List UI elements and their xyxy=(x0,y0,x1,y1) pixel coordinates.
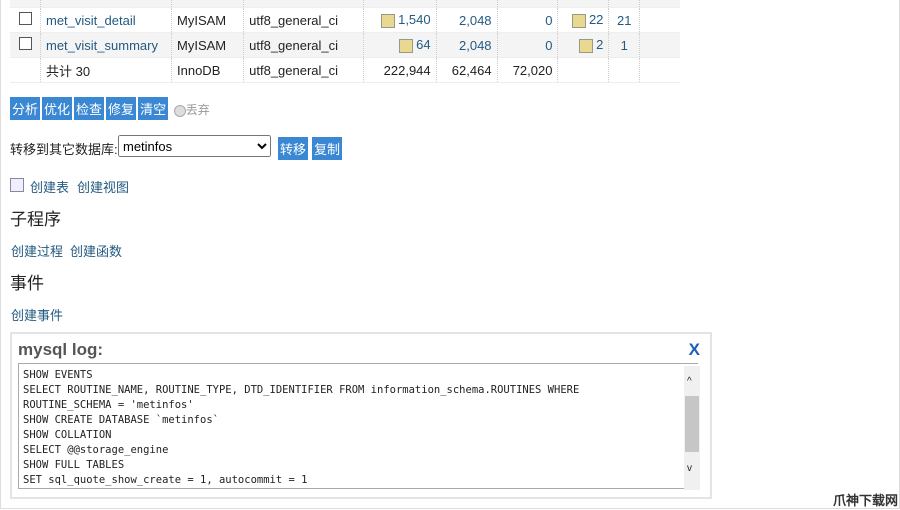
log-textarea[interactable]: SHOW EVENTS SELECT ROUTINE_NAME, ROUTINE… xyxy=(18,363,698,489)
repair-button[interactable]: 修复 xyxy=(106,97,137,120)
mysql-log-panel: mysql log: X SHOW EVENTS SELECT ROUTINE_… xyxy=(10,332,712,499)
total-label: 共计 30 xyxy=(40,57,172,83)
overhead: 0 xyxy=(497,32,559,58)
analyze-button[interactable]: 分析 xyxy=(10,97,41,120)
browse-icon[interactable] xyxy=(571,13,586,28)
create-table-icon xyxy=(10,178,24,192)
scrollbar[interactable]: ^ v xyxy=(684,366,700,490)
row-count[interactable]: 1,540 xyxy=(398,12,431,27)
events-heading: 事件 xyxy=(10,274,44,293)
scroll-up-icon[interactable]: ^ xyxy=(687,376,692,387)
row-checkbox[interactable] xyxy=(18,12,32,25)
drop-button[interactable]: 丢弃 xyxy=(186,103,210,117)
move-button[interactable]: 转移 xyxy=(278,137,309,160)
collation: utf8_general_ci xyxy=(243,7,364,33)
bulk-actions: 分析 优化 检查 修复 清空 丢弃 xyxy=(10,97,210,120)
drop-icon xyxy=(173,104,186,117)
browse-icon[interactable] xyxy=(579,38,594,53)
total-rows: 222,944 xyxy=(363,57,437,83)
table-name-link[interactable]: met_visit_summary xyxy=(46,38,158,53)
database-select[interactable]: metinfos xyxy=(118,135,271,157)
create-procedure-link[interactable]: 创建过程 xyxy=(11,241,63,260)
browse-icon[interactable] xyxy=(399,38,414,53)
col-value: 21 xyxy=(608,7,640,33)
total-size: 62,464 xyxy=(436,57,498,83)
table-row: met_visit_detail MyISAM utf8_general_ci … xyxy=(10,7,680,33)
empty-button[interactable]: 清空 xyxy=(138,97,169,120)
row-checkbox[interactable] xyxy=(18,37,32,50)
scroll-down-icon[interactable]: v xyxy=(687,463,692,474)
close-button[interactable]: X xyxy=(689,340,700,360)
check-button[interactable]: 检查 xyxy=(74,97,105,120)
scrollbar-thumb[interactable] xyxy=(685,396,699,452)
size: 2,048 xyxy=(436,32,498,58)
tables-list: met_visit_detail MyISAM utf8_general_ci … xyxy=(10,0,680,83)
browse-icon[interactable] xyxy=(381,13,396,28)
create-view-link[interactable]: 创建视图 xyxy=(77,177,129,196)
engine: MyISAM xyxy=(171,7,245,33)
table-row: met_visit_summary MyISAM utf8_general_ci… xyxy=(10,32,680,58)
table-row-partial xyxy=(10,0,680,8)
size: 2,048 xyxy=(436,7,498,33)
col-value: 1 xyxy=(608,32,640,58)
col-value: 22 xyxy=(588,12,604,28)
move-label: 转移到其它数据库: xyxy=(10,142,118,157)
row-count[interactable]: 64 xyxy=(416,37,430,52)
log-title: mysql log: xyxy=(18,340,104,359)
total-row: 共计 30 InnoDB utf8_general_ci 222,944 62,… xyxy=(10,57,680,83)
optimize-button[interactable]: 优化 xyxy=(42,97,73,120)
create-table-link[interactable]: 创建表 xyxy=(30,177,69,196)
collation: utf8_general_ci xyxy=(243,57,364,83)
overhead: 0 xyxy=(497,7,559,33)
engine: InnoDB xyxy=(171,57,245,83)
routines-heading: 子程序 xyxy=(10,210,61,229)
create-event-link[interactable]: 创建事件 xyxy=(11,305,63,324)
watermark-logo: 爪神下载网 xyxy=(832,493,898,508)
create-function-link[interactable]: 创建函数 xyxy=(70,241,122,260)
col-value: 2 xyxy=(596,37,604,53)
engine: MyISAM xyxy=(171,32,245,58)
copy-button[interactable]: 复制 xyxy=(312,137,343,160)
table-name-link[interactable]: met_visit_detail xyxy=(46,13,136,28)
total-overhead: 72,020 xyxy=(497,57,559,83)
collation: utf8_general_ci xyxy=(243,32,364,58)
